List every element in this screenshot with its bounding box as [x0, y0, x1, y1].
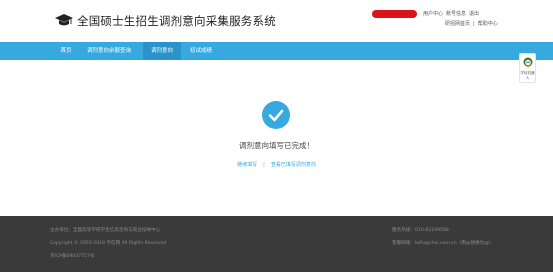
view-filled-link[interactable]: 查看已填写调剂意向 [271, 162, 316, 168]
continue-fill-link[interactable]: 继续填写 [237, 162, 257, 168]
nav-home[interactable]: 首页 [55, 42, 77, 60]
footer-icp[interactable]: 京ICP备09037757号 [50, 253, 95, 259]
footer-phone: 服务热线：010-82199588 [392, 228, 449, 233]
robot-icon [523, 57, 533, 68]
main-nav: 首页 调剂意向余额查询 调剂意向 初试成绩 [0, 42, 553, 60]
nav-initial-score[interactable]: 初试成绩 [184, 42, 218, 60]
header: 全国硕士生招生调剂意向采集服务系统 用户中心 账号信息 退出 研招网首页 | 帮助中心 [0, 0, 553, 42]
success-message: 调剂意向填写已完成！ [239, 141, 314, 150]
links-separator: | [473, 21, 475, 27]
footer-email: 客服邮箱：kefu@chsi.com.cn（用@替换为@） [392, 241, 494, 246]
top-links-row1: 用户中心 账号信息 退出 [420, 10, 479, 17]
footer-copyright: Copyright © 2003-2018 学信网 All Rights Res… [50, 241, 167, 246]
logout-link[interactable]: 退出 [469, 11, 479, 17]
footer: 主办单位：全国高等学校学生信息咨询与就业指导中心 Copyright © 200… [0, 216, 553, 272]
result-links: 继续填写 | 查看已填写调剂意向 [0, 161, 553, 168]
username-redacted [372, 10, 417, 18]
link-separator: | [263, 162, 265, 168]
top-links-row2: 研招网首页 | 帮助中心 [442, 20, 498, 27]
yz-home-link[interactable]: 研招网首页 [445, 21, 470, 27]
account-info-link[interactable]: 账号信息 [446, 11, 466, 17]
chat-robot-widget[interactable]: 学信机器人 [519, 53, 536, 83]
nav-adjust-intention[interactable]: 调剂意向 [143, 42, 181, 60]
footer-host: 主办单位：全国高等学校学生信息咨询与就业指导中心 [50, 228, 161, 233]
graduation-cap-icon [55, 14, 73, 26]
site-title: 全国硕士生招生调剂意向采集服务系统 [77, 14, 276, 28]
help-center-link[interactable]: 帮助中心 [478, 21, 498, 27]
user-center-link[interactable]: 用户中心 [423, 11, 443, 17]
robot-label: 学信机器人 [520, 71, 535, 80]
nav-balance-query[interactable]: 调剂意向余额查询 [80, 42, 138, 60]
success-check-icon [262, 101, 290, 129]
